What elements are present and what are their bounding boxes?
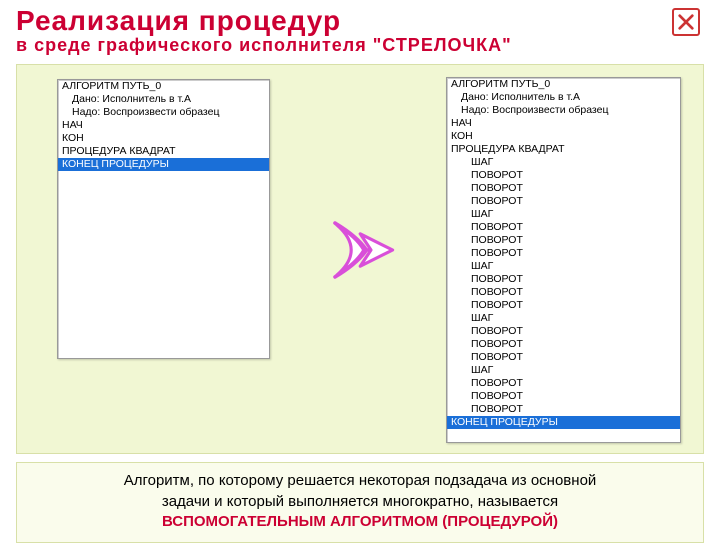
code-line[interactable]: ШАГ <box>447 364 680 377</box>
code-line[interactable]: ШАГ <box>447 260 680 273</box>
code-line[interactable]: КОНЕЦ ПРОЦЕДУРЫ <box>58 158 269 171</box>
code-listing-left[interactable]: АЛГОРИТМ ПУТЬ_0Дано: Исполнитель в т.АНа… <box>57 79 270 359</box>
code-line[interactable]: ПРОЦЕДУРА КВАДРАТ <box>447 143 680 156</box>
page-title: Реализация процедур <box>16 6 704 35</box>
slide-root: Реализация процедур в среде графического… <box>0 0 720 540</box>
code-line[interactable]: Надо: Воспроизвести образец <box>58 106 269 119</box>
code-line[interactable]: ПОВОРОТ <box>447 390 680 403</box>
definition-text-1: Алгоритм, по которому решается некоторая… <box>124 472 597 489</box>
code-line[interactable]: ПОВОРОТ <box>447 221 680 234</box>
code-line[interactable]: ПРОЦЕДУРА КВАДРАТ <box>58 145 269 158</box>
code-line[interactable]: ШАГ <box>447 156 680 169</box>
code-line[interactable]: ПОВОРОТ <box>447 169 680 182</box>
code-line[interactable]: ПОВОРОТ <box>447 325 680 338</box>
code-line[interactable]: ШАГ <box>447 208 680 221</box>
code-line[interactable]: ПОВОРОТ <box>447 299 680 312</box>
code-line[interactable]: ШАГ <box>447 312 680 325</box>
code-line[interactable]: НАЧ <box>58 119 269 132</box>
definition-box: Алгоритм, по которому решается некоторая… <box>16 462 704 543</box>
code-line[interactable]: ПОВОРОТ <box>447 195 680 208</box>
code-line[interactable]: НАЧ <box>447 117 680 130</box>
close-icon <box>677 13 695 31</box>
arrow-icon <box>317 205 407 295</box>
code-line[interactable]: Надо: Воспроизвести образец <box>447 104 680 117</box>
code-line[interactable]: ПОВОРОТ <box>447 403 680 416</box>
definition-emphasis: ВСПОМОГАТЕЛЬНЫМ АЛГОРИТМОМ (ПРОЦЕДУРОЙ) <box>162 513 558 530</box>
code-line[interactable]: ПОВОРОТ <box>447 234 680 247</box>
code-line[interactable]: ПОВОРОТ <box>447 247 680 260</box>
code-line[interactable]: ПОВОРОТ <box>447 338 680 351</box>
code-line[interactable]: АЛГОРИТМ ПУТЬ_0 <box>447 78 680 91</box>
code-line[interactable]: ПОВОРОТ <box>447 286 680 299</box>
code-line[interactable]: КОН <box>447 130 680 143</box>
code-line[interactable]: ПОВОРОТ <box>447 377 680 390</box>
code-line[interactable]: ПОВОРОТ <box>447 182 680 195</box>
code-listing-right[interactable]: АЛГОРИТМ ПУТЬ_0Дано: Исполнитель в т.АНа… <box>446 77 681 443</box>
main-panel: АЛГОРИТМ ПУТЬ_0Дано: Исполнитель в т.АНа… <box>16 64 704 454</box>
close-button[interactable] <box>672 8 700 36</box>
page-subtitle: в среде графического исполнителя "СТРЕЛО… <box>16 35 704 56</box>
code-line[interactable]: Дано: Исполнитель в т.А <box>447 91 680 104</box>
code-line[interactable]: КОНЕЦ ПРОЦЕДУРЫ <box>447 416 680 429</box>
code-line[interactable]: Дано: Исполнитель в т.А <box>58 93 269 106</box>
code-line[interactable]: ПОВОРОТ <box>447 273 680 286</box>
code-line[interactable]: АЛГОРИТМ ПУТЬ_0 <box>58 80 269 93</box>
definition-text-2: задачи и который выполняется многократно… <box>162 493 558 510</box>
code-line[interactable]: КОН <box>58 132 269 145</box>
code-line[interactable]: ПОВОРОТ <box>447 351 680 364</box>
